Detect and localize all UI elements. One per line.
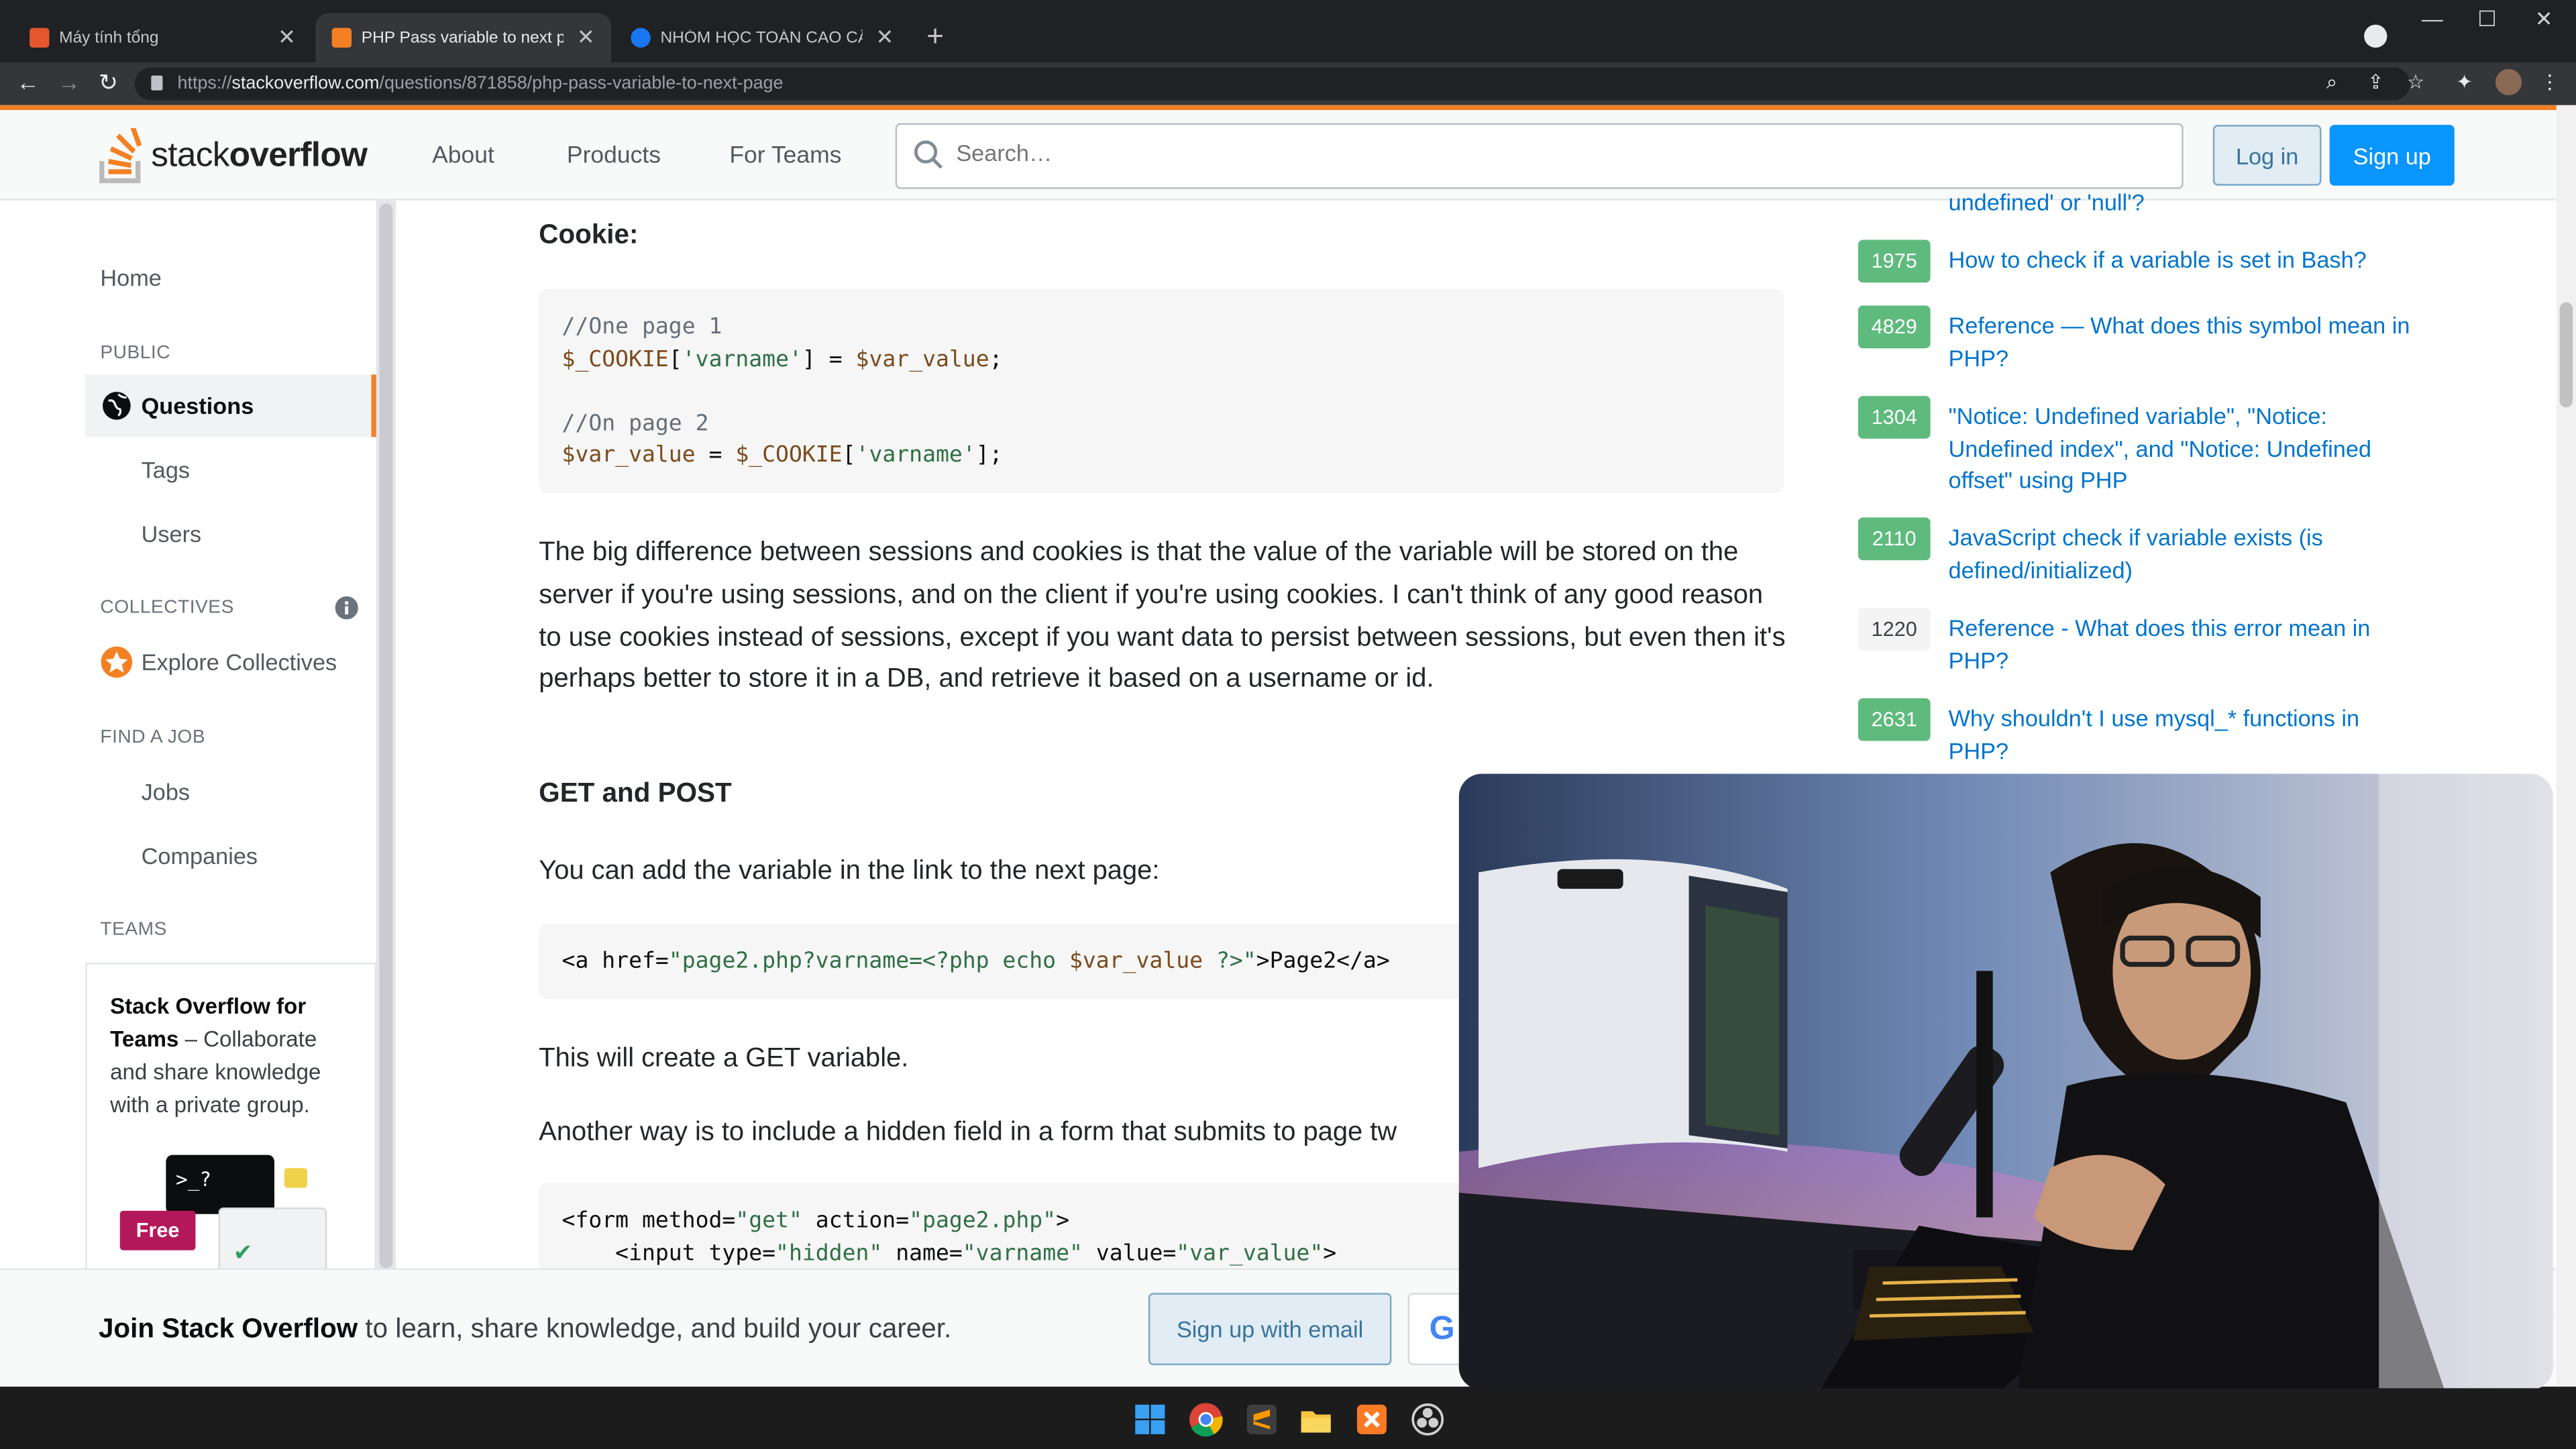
related-question-link[interactable]: JavaScript check if variable exists (is …	[1949, 523, 2417, 587]
score-badge: 1304	[1858, 396, 1931, 439]
close-window-icon[interactable]: ✕	[2535, 7, 2553, 33]
search-icon	[914, 140, 943, 169]
windows-taskbar	[0, 1388, 2576, 1449]
windows-start-icon[interactable]	[1132, 1401, 1168, 1438]
back-arrow-icon[interactable]: ←	[16, 69, 39, 95]
sublime-text-icon[interactable]	[1244, 1401, 1280, 1438]
xampp-icon[interactable]	[1354, 1401, 1390, 1438]
browser-toolbar: ← → ↻ https://stackoverflow.com/question…	[0, 62, 2576, 105]
chat-bubble-icon	[284, 1168, 307, 1188]
tab-title: Máy tính tổng	[59, 28, 159, 47]
related-question-partial[interactable]: undefined' or 'null'?	[1949, 187, 2417, 219]
sidebar-item-tags[interactable]: Tags	[142, 457, 190, 483]
related-question-link[interactable]: How to check if a variable is set in Bas…	[1949, 245, 2417, 277]
reload-icon[interactable]: ↻	[99, 69, 118, 97]
sidebar-heading-teams: TEAMS	[100, 920, 167, 940]
score-badge: 4829	[1858, 305, 1931, 349]
stackoverflow-logo-icon	[99, 128, 142, 184]
maximize-icon[interactable]: ☐	[2477, 7, 2497, 33]
tab-title: PHP Pass variable to next page -	[361, 28, 564, 47]
sidebar-item-users[interactable]: Users	[142, 521, 202, 547]
obs-icon[interactable]	[1409, 1401, 1446, 1438]
sidebar-heading-public: PUBLIC	[100, 343, 171, 364]
extensions-puzzle-icon[interactable]: ✦	[2456, 70, 2473, 93]
sidebar-item-explore-collectives[interactable]: Explore Collectives	[142, 649, 337, 675]
browser-tab-strip: Máy tính tổng ✕ PHP Pass variable to nex…	[0, 0, 2576, 63]
stackoverflow-logo[interactable]: stackoverflow	[99, 123, 368, 189]
stackoverflow-favicon-icon	[331, 28, 352, 48]
url-text: https://stackoverflow.com/questions/8718…	[177, 74, 784, 94]
search-input[interactable]	[956, 140, 2106, 166]
left-sidebar: Home PUBLIC Questions Tags Users COLLECT…	[0, 200, 396, 1387]
facebook-favicon-icon	[631, 28, 651, 48]
browser-tab-calculator[interactable]: Máy tính tổng ✕	[13, 13, 313, 62]
signup-button[interactable]: Sign up	[2329, 125, 2455, 186]
browser-tab-stackoverflow[interactable]: PHP Pass variable to next page - ✕	[315, 13, 612, 63]
nav-for-teams[interactable]: For Teams	[729, 143, 841, 169]
page-scrollbar[interactable]	[2556, 105, 2576, 1387]
search-box[interactable]	[895, 123, 2184, 189]
tab-search-icon[interactable]	[2364, 24, 2387, 48]
info-icon[interactable]	[335, 596, 358, 620]
tab-title: NHÓM HỌC TOÁN CAO CẤP ĐẠI	[660, 28, 862, 47]
nav-about[interactable]: About	[432, 143, 494, 169]
join-banner-text: Join Stack Overflow to learn, share know…	[98, 1314, 952, 1344]
bookmark-star-icon[interactable]: ☆	[2407, 70, 2424, 93]
profile-avatar[interactable]	[2496, 68, 2522, 96]
tab-close-icon[interactable]: ✕	[876, 25, 894, 51]
terminal-illustration: >_?	[166, 1155, 274, 1214]
share-icon[interactable]: ⇪	[2367, 70, 2384, 93]
score-badge: 1220	[1858, 608, 1931, 651]
signup-email-button[interactable]: Sign up with email	[1148, 1293, 1392, 1366]
sidebar-item-companies[interactable]: Companies	[142, 843, 258, 869]
new-tab-plus-icon[interactable]: +	[926, 19, 944, 54]
zoom-icon[interactable]: ⌕	[2326, 70, 2337, 95]
related-question-link[interactable]: Why shouldn't I use mysql_* functions in…	[1949, 703, 2417, 767]
lock-icon	[151, 75, 163, 91]
related-question-link[interactable]: Reference — What does this symbol mean i…	[1949, 311, 2417, 375]
score-badge: 2110	[1858, 517, 1931, 561]
tab-close-icon[interactable]: ✕	[278, 25, 296, 51]
score-badge: 2631	[1858, 698, 1931, 741]
globe-icon	[103, 392, 131, 420]
top-accent-bar	[0, 105, 2576, 111]
sidebar-item-questions[interactable]: Questions	[142, 392, 254, 419]
sidebar-heading-find-job: FIND A JOB	[100, 727, 206, 748]
chrome-icon[interactable]	[1188, 1401, 1224, 1438]
related-question-link[interactable]: "Notice: Undefined variable", "Notice: U…	[1949, 401, 2417, 497]
address-bar[interactable]: https://stackoverflow.com/questions/8718…	[134, 67, 2410, 101]
cookie-code-block: //One page 1 $_COOKIE['varname'] = $var_…	[539, 289, 1784, 493]
sidebar-item-jobs[interactable]: Jobs	[142, 779, 190, 805]
free-badge: Free	[119, 1210, 196, 1250]
check-icon: ✔	[233, 1238, 253, 1265]
file-explorer-icon[interactable]	[1298, 1401, 1334, 1438]
document-illustration: ✔	[218, 1208, 327, 1277]
get-post-heading: GET and POST	[539, 778, 732, 808]
teams-promo-card[interactable]: Stack Overflow for Teams – Collaborate a…	[85, 963, 376, 1277]
browser-tab-facebook[interactable]: NHÓM HỌC TOÁN CAO CẤP ĐẠI ✕	[614, 13, 910, 62]
tab-close-icon[interactable]: ✕	[577, 25, 595, 51]
sidebar-item-home[interactable]: Home	[100, 264, 161, 290]
collectives-star-icon	[101, 646, 133, 678]
nav-products[interactable]: Products	[567, 143, 661, 169]
sidebar-scrollbar[interactable]	[376, 200, 396, 1272]
minimize-icon[interactable]: —	[2422, 7, 2443, 32]
webcam-overlay	[1458, 773, 2553, 1390]
cookie-heading: Cookie:	[539, 220, 639, 250]
score-badge: 1975	[1858, 239, 1931, 283]
sessions-vs-cookies-paragraph: The big difference between sessions and …	[539, 537, 1786, 694]
teams-promo-text: Stack Overflow for Teams – Collaborate a…	[110, 994, 321, 1118]
google-icon: G	[1429, 1311, 1455, 1348]
tab-favicon-icon	[30, 28, 50, 48]
login-button[interactable]: Log in	[2212, 125, 2322, 186]
related-question-link[interactable]: Reference - What does this error mean in…	[1949, 612, 2417, 677]
sidebar-heading-collectives: COLLECTIVES	[100, 598, 234, 618]
forward-arrow-icon[interactable]: →	[58, 69, 80, 95]
browser-menu-icon[interactable]: ⋮	[2540, 70, 2559, 93]
